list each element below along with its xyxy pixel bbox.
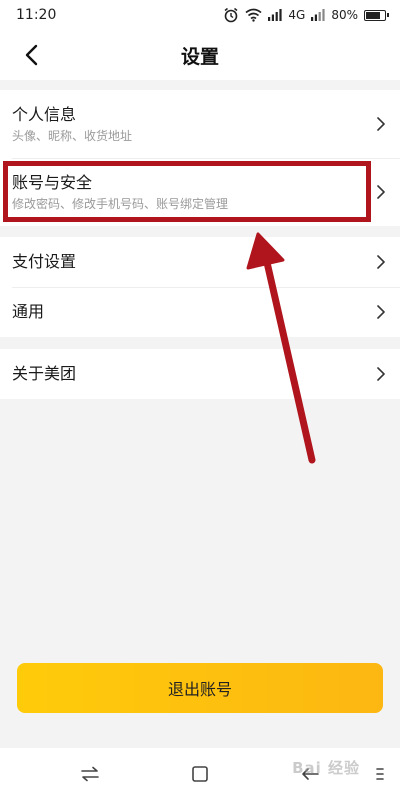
status-icons: 4G 80% [223,7,389,23]
switch-icon [81,766,99,782]
status-time: 11:20 [16,7,57,23]
wifi-icon [245,8,262,22]
settings-group-about: 关于美团 [0,349,400,399]
settings-item-subtitle: 头像、昵称、收货地址 [12,128,133,143]
alarm-icon [223,7,239,23]
menu-icon [376,768,384,780]
system-nav-bar [0,748,400,800]
chevron-right-icon [377,255,385,269]
nav-back-button[interactable] [298,762,322,786]
chevron-left-icon [25,44,38,66]
nav-menu-button[interactable] [368,762,392,786]
settings-item-title: 个人信息 [12,104,77,124]
settings-item-title: 通用 [12,302,45,321]
square-icon [192,766,208,782]
settings-screen: 11:20 4G 80% 设置 个人信息 头像、昵称、收货地址 账号与安全 修改… [0,0,400,800]
chevron-right-icon [377,185,385,199]
status-bar: 11:20 4G 80% [0,0,400,30]
settings-item-about[interactable]: 关于美团 [0,349,400,399]
nav-header: 设置 [0,30,400,80]
nav-switch-button[interactable] [78,762,102,786]
settings-item-title: 支付设置 [12,252,77,271]
settings-item-account-security[interactable]: 账号与安全 修改密码、修改手机号码、账号绑定管理 [0,158,400,226]
settings-item-subtitle: 修改密码、修改手机号码、账号绑定管理 [12,196,229,211]
settings-item-payment[interactable]: 支付设置 [0,237,400,287]
network-type: 4G [288,8,306,22]
chevron-right-icon [377,367,385,381]
page-title: 设置 [180,45,219,68]
settings-item-general[interactable]: 通用 [0,287,400,337]
logout-button[interactable]: 退出账号 [17,663,383,713]
arrow-left-icon [302,768,319,780]
back-button[interactable] [16,40,46,70]
settings-item-title: 账号与安全 [12,172,93,192]
battery-percent: 80% [331,8,358,22]
chevron-right-icon [377,305,385,319]
nav-home-button[interactable] [188,762,212,786]
settings-group-account: 个人信息 头像、昵称、收货地址 账号与安全 修改密码、修改手机号码、账号绑定管理 [0,90,400,226]
settings-item-personal-info[interactable]: 个人信息 头像、昵称、收货地址 [0,90,400,158]
chevron-right-icon [377,117,385,131]
signal-icon [268,9,282,21]
battery-level [366,11,380,19]
signal-icon-2 [311,9,325,21]
battery-icon [364,9,389,21]
settings-group-general: 支付设置 通用 [0,237,400,337]
settings-item-title: 关于美团 [12,364,77,383]
